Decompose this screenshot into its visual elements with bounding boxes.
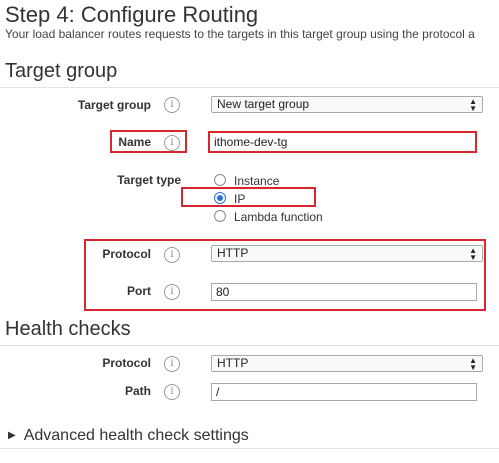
- protocol-select[interactable]: HTTP ◂▸ ▲▼: [211, 245, 483, 262]
- health-path-input[interactable]: /: [211, 383, 477, 401]
- name-label: Name: [118, 135, 151, 149]
- radio-button-selected[interactable]: [214, 192, 226, 204]
- select-arrow-icon: ▲ ▼: [469, 97, 477, 113]
- protocol-label: Protocol: [102, 247, 151, 261]
- select-arrow-icon: ▲ ▼: [469, 356, 477, 372]
- info-icon[interactable]: i: [164, 384, 180, 400]
- info-icon[interactable]: i: [164, 284, 180, 300]
- target-group-section-title: Target group: [5, 60, 118, 82]
- radio-lambda[interactable]: Lambda function: [214, 210, 323, 224]
- ip-option-highlight: [181, 187, 316, 207]
- caret-right-icon: ▶: [8, 430, 16, 441]
- port-label: Port: [127, 284, 151, 298]
- info-icon[interactable]: i: [164, 97, 180, 113]
- protocol-select-value: HTTP: [217, 246, 249, 260]
- radio-lambda-label: Lambda function: [234, 210, 323, 224]
- advanced-health-check-label: Advanced health check settings: [23, 427, 249, 444]
- info-icon[interactable]: i: [164, 356, 180, 372]
- radio-instance[interactable]: Instance: [214, 174, 279, 188]
- health-checks-section-title: Health checks: [5, 318, 131, 340]
- info-icon[interactable]: i: [164, 135, 180, 151]
- port-input[interactable]: 80: [211, 283, 477, 301]
- health-protocol-label: Protocol: [102, 356, 151, 370]
- target-group-select[interactable]: New target group ◂▸ ▲▼: [211, 96, 483, 113]
- radio-button[interactable]: [214, 210, 226, 222]
- target-group-select-value: New target group: [217, 97, 310, 111]
- target-type-label: Target type: [117, 173, 181, 187]
- select-arrow-icon: ▲ ▼: [469, 246, 477, 262]
- page-description: Your load balancer routes requests to th…: [5, 27, 475, 41]
- name-field[interactable]: ithome-dev-tg: [214, 134, 287, 150]
- info-icon[interactable]: i: [164, 247, 180, 263]
- target-group-label: Target group: [77, 98, 151, 112]
- health-protocol-select[interactable]: HTTP ◂▸ ▲▼: [211, 355, 483, 372]
- section-divider: [0, 87, 499, 88]
- radio-ip[interactable]: IP: [214, 192, 245, 206]
- advanced-health-check-toggle[interactable]: ▶ Advanced health check settings: [8, 427, 249, 445]
- radio-instance-label: Instance: [234, 174, 280, 188]
- health-protocol-select-value: HTTP: [217, 356, 249, 370]
- section-divider: [0, 345, 499, 346]
- radio-button[interactable]: [214, 174, 226, 186]
- section-divider: [0, 448, 499, 449]
- health-path-label: Path: [124, 384, 151, 398]
- radio-ip-label: IP: [234, 192, 246, 206]
- page-title: Step 4: Configure Routing: [5, 2, 259, 27]
